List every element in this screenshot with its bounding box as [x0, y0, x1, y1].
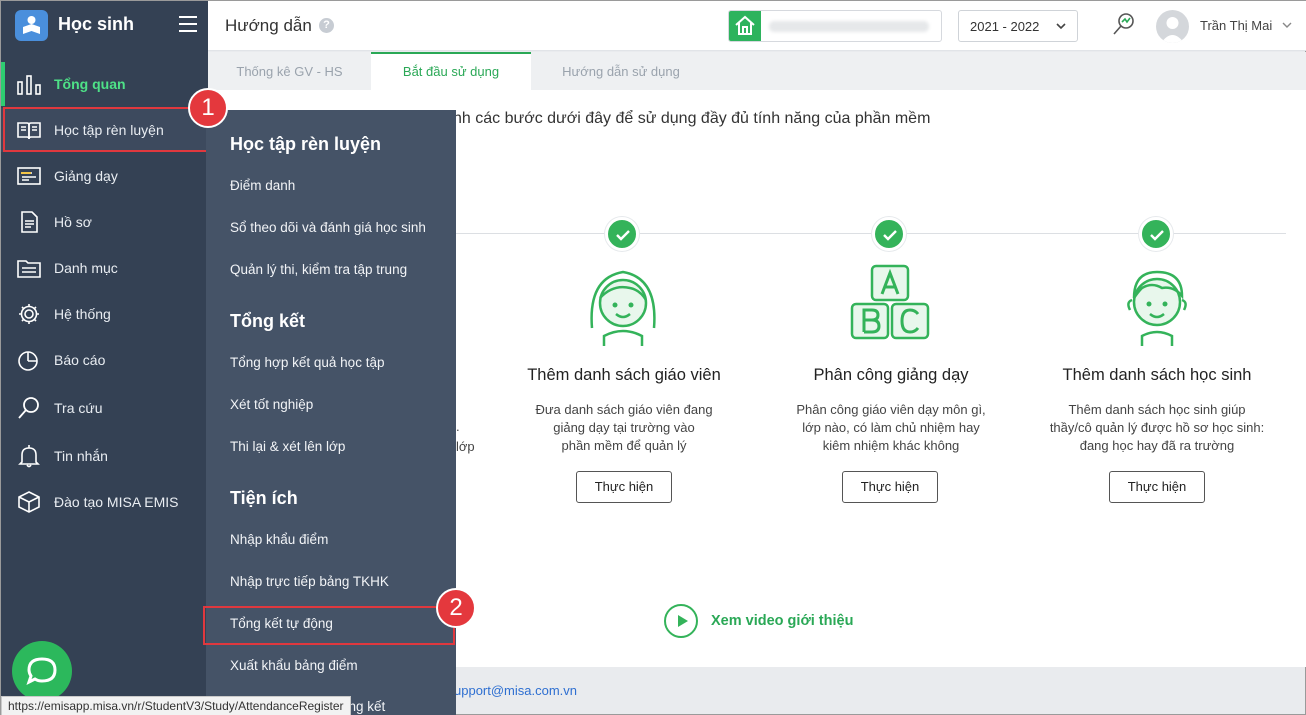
step-desc-line: giảng dạy tại trường vào	[553, 420, 695, 435]
home-icon	[729, 11, 761, 41]
school-selector[interactable]	[728, 10, 942, 42]
avatar[interactable]	[1156, 10, 1189, 43]
step-desc-line: kiêm nhiệm khác không	[822, 438, 960, 453]
student-icon	[1127, 270, 1187, 346]
app-name: Học sinh	[58, 14, 135, 34]
step-desc-line: Thêm danh sách học sinh giúp	[1068, 402, 1246, 417]
step-description: Phân công giáo viên dạy môn gì, lớp nào,…	[761, 401, 1021, 455]
submenu-item-thi-lai[interactable]: Thi lại & xét lên lớp	[230, 439, 345, 454]
check-icon	[605, 217, 639, 251]
sidebar-item-giang-day[interactable]: Giảng dạy	[1, 154, 208, 198]
step-desc-line: thầy/cô quản lý được hồ sơ học sinh:	[1049, 420, 1265, 435]
search-icon	[18, 397, 39, 419]
sidebar-item-label: Hệ thống	[54, 306, 111, 322]
tab-huong-dan-su-dung[interactable]: Hướng dẫn sử dụng	[531, 52, 711, 90]
file-icon	[21, 211, 38, 233]
tab-bat-dau-su-dung[interactable]: Bắt đầu sử dụng	[371, 52, 531, 90]
sidebar-item-he-thong[interactable]: Hệ thống	[1, 292, 208, 336]
submenu-item-xuat-khau-bang-diem[interactable]: Xuất khẩu bảng điểm	[230, 658, 358, 673]
step-desc-line: đang học hay đã ra trường	[1079, 438, 1235, 453]
chevron-down-icon[interactable]	[1281, 19, 1293, 31]
tab-thong-ke[interactable]: Thống kê GV - HS	[208, 52, 371, 90]
sidebar-item-tra-cuu[interactable]: Tra cứu	[1, 386, 208, 430]
play-icon	[664, 604, 698, 638]
callout-badge-1: 1	[188, 88, 228, 128]
sidebar-item-dao-tao[interactable]: Đào tạo MISA EMIS	[1, 480, 208, 524]
submenu-heading: Tổng kết	[230, 311, 305, 331]
brand: Học sinh	[1, 1, 208, 51]
submenu-item-tong-hop-ket-qua[interactable]: Tổng hợp kết quả học tập	[230, 355, 384, 370]
abc-blocks-icon	[850, 264, 930, 340]
step-title: Thêm danh sách giáo viên	[527, 366, 721, 384]
submenu-item-quan-ly-thi[interactable]: Quản lý thi, kiểm tra tập trung	[230, 262, 407, 277]
hamburger-menu-icon[interactable]	[179, 16, 197, 32]
submenu-item-nhap-truc-tiep[interactable]: Nhập trực tiếp bảng TKHK	[230, 574, 389, 589]
support-email-link[interactable]: upport@misa.com.vn	[454, 683, 577, 698]
browser-status-url: https://emisapp.misa.vn/r/StudentV3/Stud…	[1, 696, 351, 715]
sidebar-item-label: Tra cứu	[54, 400, 103, 416]
partial-text: lớp	[456, 439, 475, 454]
teacher-icon	[590, 270, 656, 346]
check-icon	[872, 217, 906, 251]
sidebar-item-label: Giảng dạy	[54, 168, 118, 184]
callout-badge-2: 2	[436, 588, 476, 628]
step-title: Phân công giảng dạy	[813, 366, 969, 384]
chat-bubble-icon	[26, 657, 57, 685]
sidebar-item-label: Tin nhắn	[54, 448, 108, 464]
video-link-label: Xem video giới thiệu	[711, 613, 854, 629]
step-description: Thêm danh sách học sinh giúp thầy/cô quả…	[1027, 401, 1287, 455]
submenu-item-so-theo-doi[interactable]: Sổ theo dõi và đánh giá học sinh	[230, 220, 426, 235]
zoom-chart-icon[interactable]	[1112, 11, 1136, 37]
submenu-item-nhap-khau-diem[interactable]: Nhập khẩu điểm	[230, 532, 328, 547]
school-year-value: 2021 - 2022	[970, 19, 1040, 34]
sidebar-item-label: Tổng quan	[54, 76, 126, 92]
step-action-button[interactable]: Thực hiện	[576, 471, 672, 503]
help-icon[interactable]: ?	[319, 18, 334, 33]
school-year-select[interactable]: 2021 - 2022	[958, 10, 1078, 42]
chevron-down-icon	[1056, 23, 1066, 30]
intro-text: nh các bước dưới đây để sử dụng đầy đủ t…	[453, 110, 931, 127]
top-header: Hướng dẫn ? 2021 - 2022 Trần Thị Mai	[208, 1, 1306, 51]
partial-text: .	[456, 419, 460, 434]
sidebar-item-label: Báo cáo	[54, 352, 106, 368]
tab-bar: Thống kê GV - HS Bắt đầu sử dụng Hướng d…	[208, 52, 1306, 90]
submenu-item-diem-danh[interactable]: Điểm danh	[230, 178, 295, 193]
gear-icon	[19, 304, 39, 324]
step-description: Đưa danh sách giáo viên đang giảng dạy t…	[494, 401, 754, 455]
user-name[interactable]: Trần Thị Mai	[1200, 18, 1272, 33]
submenu-heading: Tiện ích	[230, 488, 298, 508]
submenu-item-xet-tot-nghiep[interactable]: Xét tốt nghiệp	[230, 397, 313, 412]
sidebar-item-tong-quan[interactable]: Tổng quan	[1, 62, 208, 106]
sidebar-item-label: Hồ sơ	[54, 214, 92, 230]
step-action-button[interactable]: Thực hiện	[842, 471, 938, 503]
sidebar-item-bao-cao[interactable]: Báo cáo	[1, 338, 208, 382]
step-desc-line: phần mềm để quản lý	[561, 438, 687, 453]
step-desc-line: Đưa danh sách giáo viên đang	[535, 402, 713, 417]
cube-icon	[18, 491, 40, 513]
sidebar-item-ho-so[interactable]: Hồ sơ	[1, 200, 208, 244]
step-desc-line: lớp nào, có làm chủ nhiệm hay	[802, 420, 980, 435]
highlight-box-step-1	[3, 107, 209, 152]
chat-support-button[interactable]	[12, 641, 72, 701]
sidebar-item-danh-muc[interactable]: Danh mục	[1, 246, 208, 290]
sidebar-item-label: Danh mục	[54, 260, 118, 276]
page-title: Hướng dẫn	[225, 16, 312, 35]
chart-bars-icon	[17, 75, 41, 95]
sidebar-item-label: Đào tạo MISA EMIS	[54, 494, 179, 510]
intro-video-link[interactable]: Xem video giới thiệu	[664, 604, 853, 638]
sidebar-item-tin-nhan[interactable]: Tin nhắn	[1, 434, 208, 478]
step-title: Thêm danh sách học sinh	[1062, 366, 1252, 384]
step-action-button[interactable]: Thực hiện	[1109, 471, 1205, 503]
submenu-heading: Học tập rèn luyện	[230, 134, 382, 154]
folder-icon	[17, 260, 41, 278]
step-desc-line: Phân công giáo viên dạy môn gì,	[796, 402, 986, 417]
app-logo-icon	[15, 10, 48, 41]
check-icon	[1139, 217, 1173, 251]
school-name-blurred	[769, 21, 929, 32]
board-icon	[17, 167, 41, 185]
highlight-box-step-2	[203, 606, 455, 645]
pie-chart-icon	[18, 351, 38, 371]
bell-icon	[18, 445, 40, 468]
